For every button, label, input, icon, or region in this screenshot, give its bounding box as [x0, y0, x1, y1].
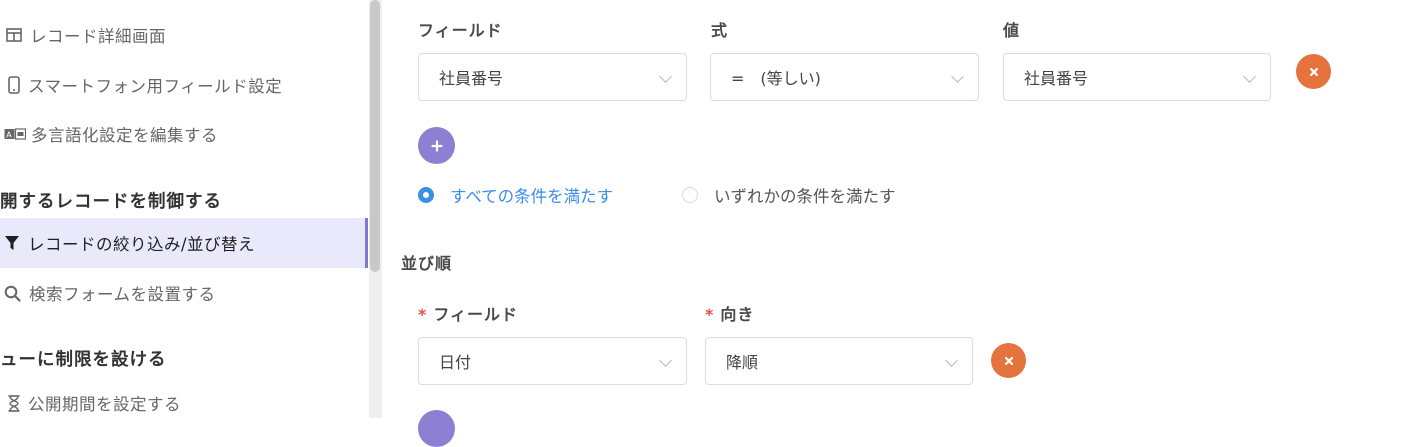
sidebar-item-record-filter-sort[interactable]: レコードの絞り込み/並び替え: [0, 218, 368, 268]
remove-filter-condition-button[interactable]: [1296, 54, 1331, 89]
match-any-option[interactable]: いずれかの条件を満たす: [682, 183, 896, 207]
add-sort-condition-button[interactable]: [418, 410, 455, 447]
match-all-label: すべての条件を満たす: [450, 187, 614, 206]
sidebar-section-record-control: 開するレコードを制御する: [0, 192, 222, 212]
sidebar-item-label: レコード詳細画面: [30, 27, 166, 46]
required-mark: *: [705, 305, 715, 324]
columns-icon: [6, 27, 22, 43]
sort-field-select-value: 日付: [439, 353, 472, 372]
sort-field-label-text: フィールド: [433, 305, 519, 324]
sort-direction-label: * 向き: [705, 301, 754, 325]
sort-section-title: 並び順: [401, 254, 453, 273]
sort-direction-select-value: 降順: [726, 353, 759, 372]
filter-operator-label: 式: [711, 21, 729, 40]
chevron-down-icon: [659, 354, 672, 367]
remove-sort-condition-button[interactable]: [991, 343, 1026, 378]
search-icon: [4, 285, 21, 302]
filter-value-label: 値: [1003, 21, 1021, 40]
close-icon: [1004, 356, 1013, 365]
sidebar-item-label: 公開期間を設定する: [28, 395, 181, 414]
required-mark: *: [418, 305, 428, 324]
filter-field-select-value: 社員番号: [439, 69, 504, 88]
filter-operator-select[interactable]: = (等しい): [710, 53, 979, 101]
filter-field-label: フィールド: [418, 21, 503, 40]
sort-field-label: * フィールド: [418, 301, 518, 325]
smartphone-icon: [8, 76, 20, 94]
hourglass-icon: [8, 394, 20, 412]
translate-icon: A: [4, 127, 26, 141]
plus-icon: [430, 139, 443, 152]
close-icon: [1309, 67, 1318, 76]
sidebar-item-search-form[interactable]: 検索フォームを設置する: [0, 268, 368, 318]
match-all-option[interactable]: すべての条件を満たす: [418, 183, 613, 207]
sidebar-item-label: スマートフォン用フィールド設定: [28, 77, 283, 96]
filter-icon: [4, 235, 20, 251]
filter-value-select[interactable]: 社員番号: [1003, 53, 1271, 101]
chevron-down-icon: [951, 70, 964, 83]
svg-text:A: A: [6, 131, 12, 140]
match-any-label: いずれかの条件を満たす: [714, 187, 896, 206]
sidebar-item-label: 多言語化設定を編集する: [31, 126, 218, 145]
sidebar-item-smartphone-fields[interactable]: スマートフォン用フィールド設定: [0, 60, 368, 110]
sort-direction-select[interactable]: 降順: [705, 337, 973, 385]
sidebar: レコード詳細画面 スマートフォン用フィールド設定 A 多言語化設定を編集する 開…: [0, 0, 368, 418]
sidebar-item-record-detail[interactable]: レコード詳細画面: [0, 10, 368, 60]
filter-operator-select-value: = (等しい): [731, 69, 821, 88]
chevron-down-icon: [945, 354, 958, 367]
chevron-down-icon: [1243, 70, 1256, 83]
sidebar-item-label: 検索フォームを設置する: [29, 285, 216, 304]
match-all-radio[interactable]: [418, 187, 434, 203]
sidebar-scrollbar-thumb[interactable]: [370, 0, 380, 272]
sidebar-section-view-restrictions: ューに制限を設ける: [0, 350, 167, 370]
filter-value-select-value: 社員番号: [1024, 69, 1089, 88]
sidebar-item-label: レコードの絞り込み/並び替え: [28, 235, 256, 254]
sidebar-item-publish-period[interactable]: 公開期間を設定する: [0, 378, 368, 418]
chevron-down-icon: [659, 70, 672, 83]
match-any-radio[interactable]: [682, 187, 698, 203]
sort-direction-label-text: 向き: [720, 305, 755, 324]
sort-field-select[interactable]: 日付: [418, 337, 687, 385]
filter-field-select[interactable]: 社員番号: [418, 53, 687, 101]
sidebar-item-translation[interactable]: A 多言語化設定を編集する: [0, 109, 368, 159]
add-filter-condition-button[interactable]: [418, 127, 455, 164]
